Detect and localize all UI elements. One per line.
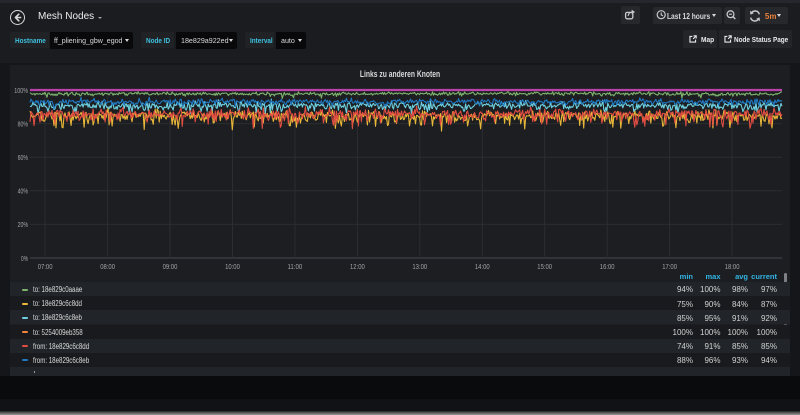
svg-text:0%: 0% [21, 254, 28, 263]
svg-text:40%: 40% [18, 187, 29, 196]
svg-text:80%: 80% [18, 119, 29, 128]
svg-text:60%: 60% [18, 153, 29, 162]
svg-text:100%: 100% [14, 86, 28, 95]
svg-text:20%: 20% [18, 220, 29, 229]
